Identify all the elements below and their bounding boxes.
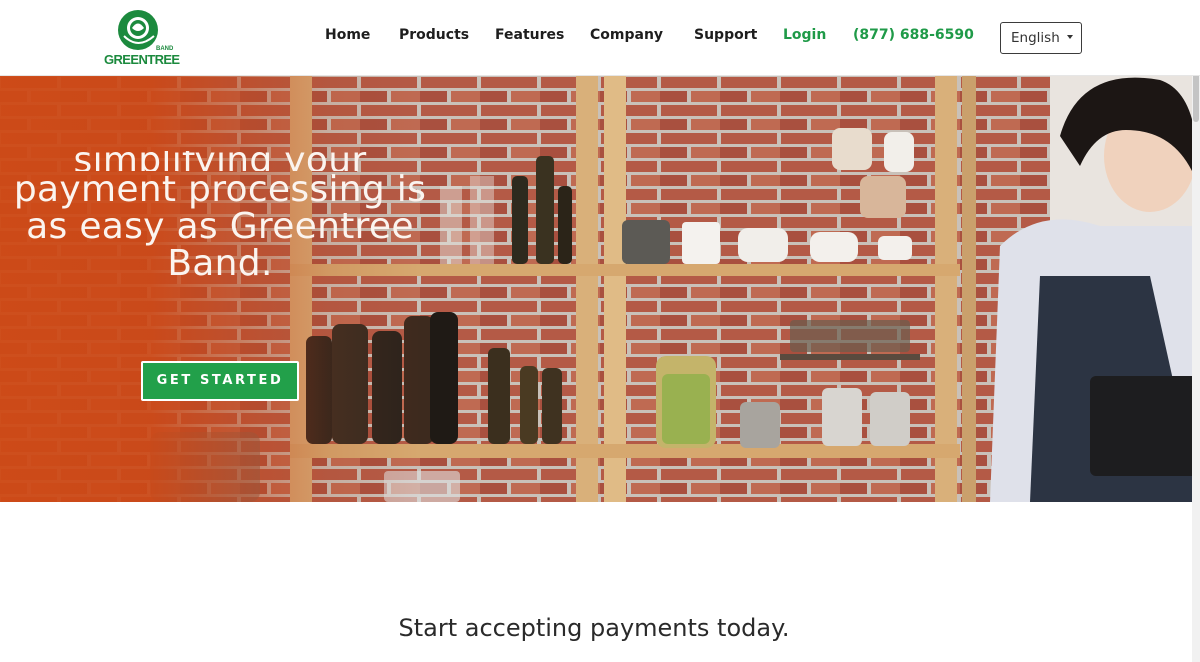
language-selected: English (1011, 30, 1060, 46)
section-subheading: Start accepting payments today. (398, 614, 790, 642)
chevron-down-icon (1066, 35, 1073, 39)
hero-headline-line-0: simplifying your (10, 151, 430, 171)
logo-wordmark: GREENTREE (104, 52, 180, 67)
nav-login[interactable]: Login (783, 27, 826, 47)
hero-headline-line-3: Band. (167, 243, 273, 284)
hero-headline-line-2: as easy as Greentree (26, 206, 414, 247)
language-dropdown[interactable]: English (1000, 22, 1082, 54)
greentree-logo[interactable]: BAND GREENTREE (104, 8, 180, 68)
nav-products[interactable]: Products (399, 27, 469, 47)
nav-home[interactable]: Home (325, 27, 370, 47)
page-scrollbar[interactable] (1192, 0, 1200, 662)
nav-company[interactable]: Company (590, 27, 663, 47)
nav-phone-link[interactable]: (877) 688-6590 (853, 27, 974, 47)
hero-headline: simplifying your payment processing is a… (10, 146, 430, 282)
get-started-button[interactable]: GET STARTED (141, 361, 299, 401)
site-header: BAND GREENTREE Home Products Features Co… (0, 0, 1200, 76)
nav-support[interactable]: Support (694, 27, 757, 47)
hero-banner: simplifying your payment processing is a… (0, 76, 1200, 502)
hero-color-overlay (0, 76, 1200, 502)
hero-headline-line-1: payment processing is (13, 169, 427, 210)
nav-features[interactable]: Features (495, 27, 564, 47)
